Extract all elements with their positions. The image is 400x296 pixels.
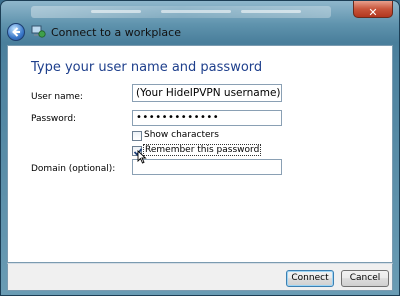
network-connection-icon <box>31 25 46 38</box>
content-area: Type your user name and password User na… <box>7 45 393 263</box>
show-characters-checkbox[interactable] <box>132 131 142 141</box>
domain-label: Domain (optional): <box>31 164 116 174</box>
dialog-window: ✕ Connect to a workplace Type your user … <box>0 0 400 296</box>
close-button[interactable]: ✕ <box>353 1 393 19</box>
back-arrow-icon <box>12 27 20 37</box>
password-label: Password: <box>31 114 77 124</box>
domain-field[interactable] <box>132 159 282 175</box>
remember-password-label[interactable]: Remember this password <box>142 144 262 156</box>
connect-button[interactable]: Connect <box>286 270 334 287</box>
title-bar: ✕ Connect to a workplace <box>1 1 399 45</box>
mouse-pointer-icon <box>137 150 147 164</box>
password-field[interactable]: ••••••••••••• <box>132 110 282 126</box>
button-bar: Connect Cancel <box>7 263 393 291</box>
window-title: Connect to a workplace <box>51 26 181 39</box>
show-characters-label[interactable]: Show characters <box>144 130 219 140</box>
cancel-button[interactable]: Cancel <box>341 270 389 287</box>
page-heading: Type your user name and password <box>31 60 263 75</box>
close-icon: ✕ <box>368 6 378 19</box>
address-bar-blur <box>31 6 331 18</box>
back-button[interactable] <box>7 23 25 41</box>
username-label: User name: <box>31 92 83 102</box>
username-field[interactable]: (Your HideIPVPN username) <box>132 84 282 102</box>
